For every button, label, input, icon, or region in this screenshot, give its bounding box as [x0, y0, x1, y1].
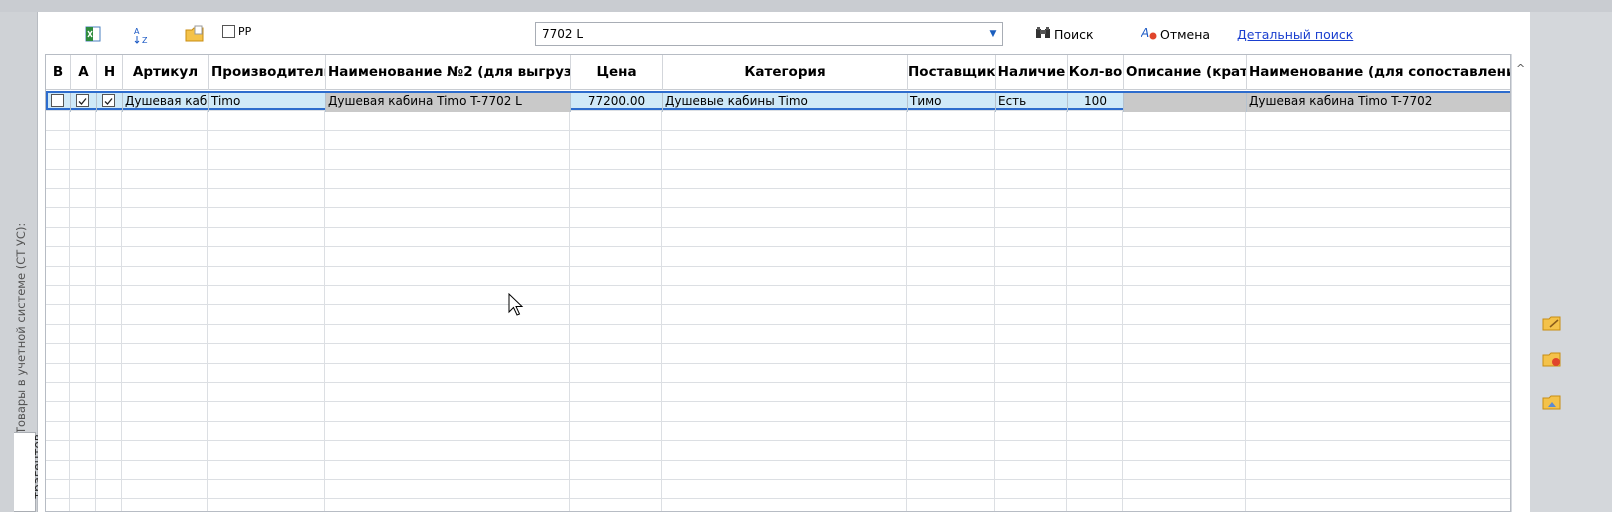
search-button[interactable]: Поиск — [1035, 26, 1094, 42]
cell-description[interactable] — [1124, 93, 1247, 112]
table-header: В А Н Артикул Производитель Наименование… — [46, 55, 1510, 90]
tab-counterparties[interactable]: трагентов — [14, 432, 45, 512]
column-header-h[interactable]: Н — [97, 55, 123, 90]
row-divider — [46, 362, 1510, 364]
scroll-up-icon[interactable]: ^ — [1516, 62, 1525, 75]
svg-text:Z: Z — [142, 36, 148, 45]
cell-article[interactable]: Душевая кабина — [123, 93, 209, 112]
column-divider — [324, 91, 325, 511]
folder-delete-icon[interactable] — [1542, 350, 1562, 368]
row-divider — [46, 420, 1510, 422]
search-button-label: Поиск — [1054, 26, 1094, 42]
cell-h[interactable] — [97, 93, 123, 112]
cell-a[interactable] — [71, 93, 97, 112]
svg-text:A: A — [1141, 26, 1149, 40]
cell-qty[interactable]: 100 — [1068, 93, 1124, 112]
column-header-description[interactable]: Описание (краткое) — [1124, 55, 1247, 90]
row-divider — [46, 149, 1510, 151]
column-divider — [1122, 91, 1123, 511]
window-top-strip — [0, 0, 1612, 12]
column-divider — [661, 91, 662, 511]
cancel-button[interactable]: A Отмена — [1140, 26, 1211, 43]
a-checkbox-checked[interactable] — [76, 94, 89, 107]
vertical-scrollbar[interactable]: ^ — [1511, 54, 1528, 512]
column-header-availability[interactable]: Наличие — [996, 55, 1068, 90]
svg-text:A: A — [134, 27, 140, 36]
right-toolbar — [1530, 12, 1612, 512]
cell-price[interactable]: 77200.00 — [571, 93, 663, 112]
cell-manufacturer[interactable]: Timo — [209, 93, 326, 112]
export-excel-icon[interactable] — [84, 25, 102, 43]
row-divider — [46, 304, 1510, 306]
column-header-price[interactable]: Цена — [571, 55, 663, 90]
row-divider — [46, 129, 1510, 131]
detailed-search-link[interactable]: Детальный поиск — [1237, 27, 1353, 42]
dropdown-arrow-icon[interactable]: ▼ — [984, 23, 1002, 45]
folder-edit-icon[interactable] — [1542, 314, 1562, 332]
column-divider — [569, 91, 570, 511]
column-header-supplier[interactable]: Поставщик — [908, 55, 996, 90]
column-header-qty[interactable]: Кол-во — [1068, 55, 1124, 90]
row-divider — [46, 265, 1510, 267]
open-folder-icon[interactable] — [185, 25, 204, 43]
row-divider — [46, 323, 1510, 325]
search-value: 7702 L — [542, 27, 584, 41]
column-header-manufacturer[interactable]: Производитель — [209, 55, 326, 90]
column-divider — [207, 91, 208, 511]
row-divider — [46, 479, 1510, 480]
row-divider — [46, 188, 1510, 189]
column-header-category[interactable]: Категория — [663, 55, 908, 90]
row-divider — [46, 343, 1510, 345]
column-divider — [1066, 91, 1067, 511]
h-checkbox-checked[interactable] — [102, 94, 115, 107]
cell-b[interactable] — [48, 93, 71, 112]
b-checkbox[interactable] — [51, 94, 64, 107]
column-divider — [95, 91, 96, 511]
sort-icon[interactable]: AZ — [133, 25, 151, 45]
column-divider — [121, 91, 122, 511]
goods-table: В А Н Артикул Производитель Наименование… — [45, 54, 1511, 512]
left-tab-strip: Товары в учетной системе (СТ УС): траген… — [0, 12, 45, 512]
cell-name2[interactable]: Душевая кабина Timo T-7702 L — [326, 93, 571, 112]
pp-label: PP — [238, 25, 252, 38]
table-body: Душевая кабина Timo Душевая кабина Timo … — [46, 91, 1510, 511]
mouse-cursor-icon — [508, 292, 524, 317]
column-header-article[interactable]: Артикул — [123, 55, 209, 90]
row-divider — [46, 226, 1510, 228]
row-divider — [46, 168, 1510, 170]
table-row[interactable]: Душевая кабина Timo Душевая кабина Timo … — [46, 91, 1510, 112]
main-panel: AZ PP 7702 L ▼ Поиск A Отмена Детальный … — [38, 12, 1530, 512]
column-divider — [1245, 91, 1246, 511]
column-header-a[interactable]: А — [71, 55, 97, 90]
row-divider — [46, 401, 1510, 403]
binoculars-icon — [1035, 26, 1051, 42]
row-divider — [46, 207, 1510, 209]
column-divider — [69, 91, 70, 511]
folder-image-icon[interactable] — [1542, 393, 1562, 411]
cell-category[interactable]: Душевые кабины Timo — [663, 93, 908, 112]
row-divider — [46, 285, 1510, 286]
row-divider — [46, 498, 1510, 500]
row-divider — [46, 440, 1510, 442]
column-divider — [906, 91, 907, 511]
cell-availability[interactable]: Есть — [996, 93, 1068, 112]
search-input[interactable]: 7702 L ▼ — [535, 22, 1003, 46]
cell-match-name[interactable]: Душевая кабина Timo T-7702 — [1247, 93, 1510, 112]
toolbar: AZ PP 7702 L ▼ Поиск A Отмена Детальный … — [38, 12, 1530, 52]
column-header-match-name[interactable]: Наименование (для сопоставления) — [1247, 55, 1510, 90]
cell-supplier[interactable]: Тимо — [908, 93, 996, 112]
cancel-icon: A — [1140, 26, 1157, 43]
column-header-name2[interactable]: Наименование №2 (для выгрузки) — [326, 55, 571, 90]
row-divider — [46, 246, 1510, 248]
tab-goods-in-accounting[interactable]: Товары в учетной системе (СТ УС): — [14, 223, 28, 434]
column-header-b[interactable]: В — [46, 55, 71, 90]
column-divider — [994, 91, 995, 511]
row-divider — [46, 459, 1510, 461]
cancel-button-label: Отмена — [1160, 27, 1211, 42]
pp-checkbox[interactable] — [222, 25, 235, 38]
row-divider — [46, 382, 1510, 383]
